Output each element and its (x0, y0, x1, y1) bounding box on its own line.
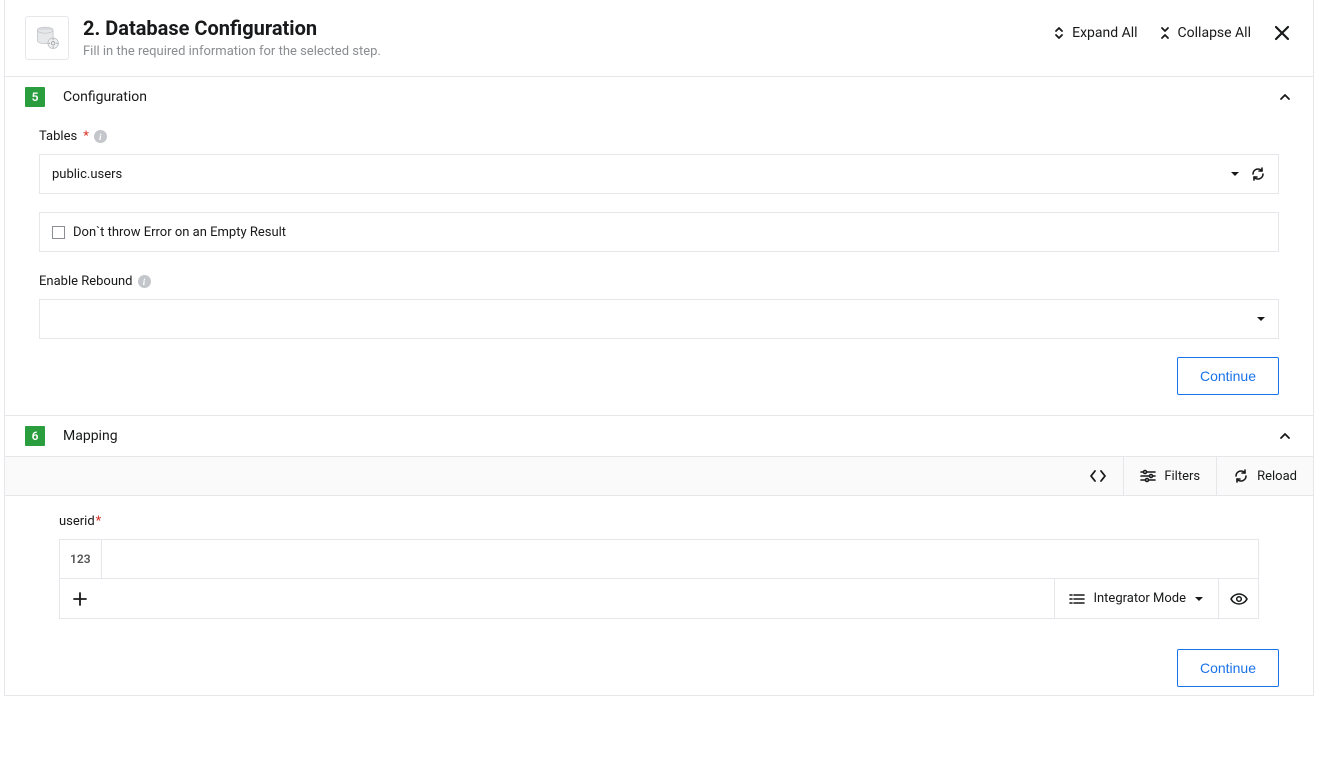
plus-icon (73, 592, 87, 606)
collapse-all-label: Collapse All (1178, 25, 1251, 41)
mode-select[interactable]: Integrator Mode (1054, 579, 1218, 618)
field-type-badge: 123 (60, 540, 102, 578)
preview-button[interactable] (1218, 579, 1258, 618)
page-title: 2. Database Configuration (83, 16, 1052, 40)
section-mapping-header[interactable]: 6 Mapping (5, 416, 1313, 456)
userid-input-row: 123 (59, 539, 1259, 579)
page-subtitle: Fill in the required information for the… (83, 44, 1052, 59)
add-button[interactable] (60, 579, 100, 618)
tables-select-value: public.users (52, 167, 1230, 182)
continue-button[interactable]: Continue (1177, 649, 1279, 687)
caret-down-icon (1230, 169, 1240, 179)
reload-label: Reload (1257, 469, 1297, 484)
filters-button[interactable]: Filters (1123, 457, 1216, 495)
step-icon (25, 16, 69, 60)
refresh-icon[interactable] (1250, 166, 1266, 182)
collapse-all-button[interactable]: Collapse All (1158, 25, 1251, 41)
checkbox[interactable] (52, 226, 65, 239)
close-icon (1273, 24, 1291, 42)
collapse-all-icon (1158, 26, 1172, 40)
caret-down-icon (1256, 314, 1266, 324)
required-asterisk: * (83, 129, 89, 144)
chevron-up-icon (1277, 428, 1293, 444)
tables-select[interactable]: public.users (39, 154, 1279, 194)
section-number-badge: 6 (25, 426, 45, 446)
code-icon (1089, 469, 1107, 483)
section-configuration-header[interactable]: 5 Configuration (5, 77, 1313, 117)
info-icon[interactable]: i (138, 275, 151, 288)
rebound-select[interactable] (39, 299, 1279, 339)
input-footer: Integrator Mode (59, 579, 1259, 619)
section-title: Mapping (63, 428, 1277, 444)
mode-label: Integrator Mode (1093, 591, 1186, 606)
database-icon (33, 24, 61, 52)
mapping-toolbar: Filters Reload (5, 456, 1313, 496)
expand-all-label: Expand All (1072, 25, 1137, 41)
continue-button[interactable]: Continue (1177, 357, 1279, 395)
code-toggle-button[interactable] (1073, 457, 1123, 495)
userid-input[interactable] (102, 540, 1258, 578)
list-icon (1069, 593, 1085, 605)
checkbox-label: Don`t throw Error on an Empty Result (73, 225, 286, 240)
chevron-up-icon (1277, 89, 1293, 105)
required-asterisk: * (96, 514, 102, 529)
caret-down-icon (1194, 594, 1204, 604)
refresh-icon (1233, 468, 1249, 484)
tables-label: Tables* i (39, 129, 1279, 144)
info-icon[interactable]: i (94, 130, 107, 143)
reload-button[interactable]: Reload (1216, 457, 1313, 495)
section-mapping: 6 Mapping Filters (5, 416, 1313, 695)
step-header: 2. Database Configuration Fill in the re… (5, 0, 1313, 77)
filters-label: Filters (1164, 469, 1200, 484)
dont-throw-error-checkbox-row[interactable]: Don`t throw Error on an Empty Result (39, 212, 1279, 252)
expand-all-icon (1052, 26, 1066, 40)
expand-all-button[interactable]: Expand All (1052, 25, 1137, 41)
close-button[interactable] (1271, 22, 1293, 44)
section-number-badge: 5 (25, 87, 45, 107)
section-title: Configuration (63, 89, 1277, 105)
filters-icon (1140, 469, 1156, 483)
userid-label: userid* (59, 514, 1259, 529)
rebound-label: Enable Rebound i (39, 274, 1279, 289)
eye-icon (1230, 593, 1248, 605)
section-configuration: 5 Configuration Tables* i public.users (5, 77, 1313, 416)
